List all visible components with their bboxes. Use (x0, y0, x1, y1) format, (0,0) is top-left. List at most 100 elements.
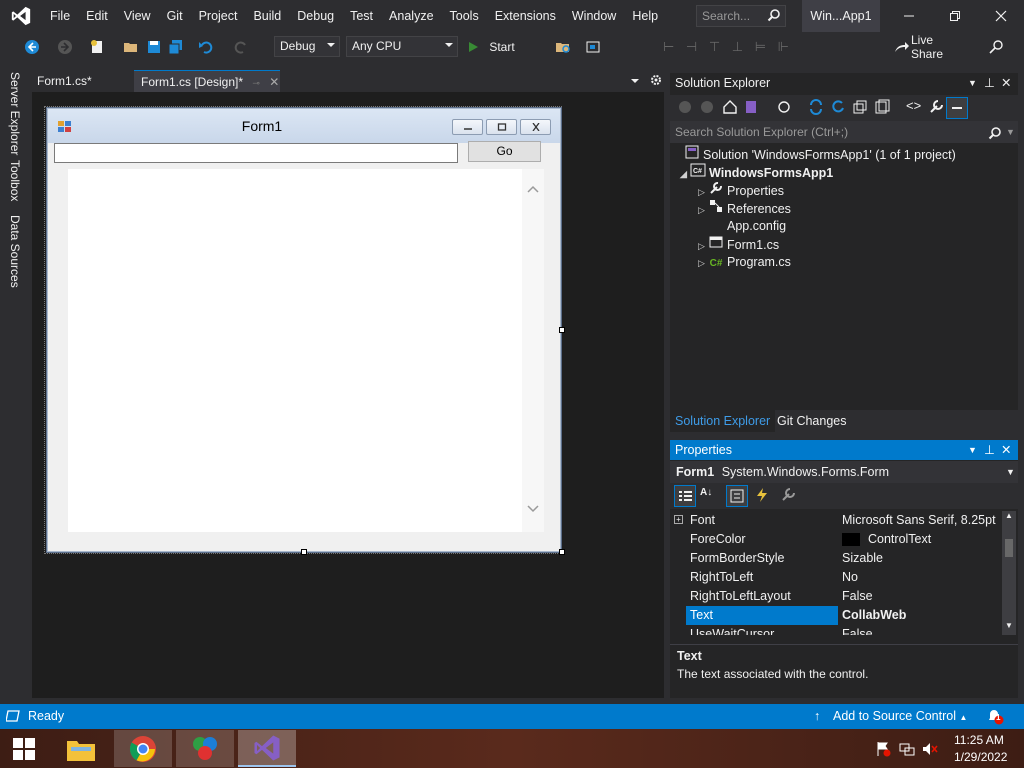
panel-menu-icon[interactable]: ▼ (968, 440, 977, 460)
categorized-icon[interactable] (674, 485, 696, 507)
menu-edit[interactable]: Edit (78, 0, 116, 32)
configuration-dropdown[interactable]: Debug (274, 36, 340, 57)
tree-item-properties[interactable]: ▷ Properties (698, 181, 784, 199)
menu-extensions[interactable]: Extensions (487, 0, 564, 32)
collapsed-arrow-icon[interactable]: ▷ (698, 201, 708, 219)
property-value[interactable]: Microsoft Sans Serif, 8.25pt (842, 511, 1000, 530)
notification-flag-icon[interactable] (875, 741, 891, 760)
property-row-righttoleftlayout[interactable]: RightToLeftLayout False (670, 587, 1000, 606)
menu-debug[interactable]: Debug (289, 0, 342, 32)
tab-form1-cs[interactable]: Form1.cs* (30, 70, 134, 92)
data-sources-tab[interactable]: Data Sources (8, 215, 22, 288)
clock-time[interactable]: 11:25 AM (954, 733, 1004, 747)
close-icon[interactable] (978, 0, 1024, 32)
pin-icon[interactable]: ⊸ (252, 78, 260, 88)
find-in-files-icon[interactable] (554, 36, 572, 58)
app-icon[interactable] (176, 730, 234, 767)
form-maximize-icon[interactable] (486, 119, 517, 135)
start-button[interactable]: Start (482, 36, 522, 58)
menu-project[interactable]: Project (191, 0, 246, 32)
properties-view-icon[interactable] (726, 485, 748, 507)
resize-handle-bottom-right[interactable] (559, 549, 565, 555)
start-icon[interactable] (466, 36, 480, 58)
alphabetical-icon[interactable]: A↓ (700, 487, 712, 498)
tab-git-changes[interactable]: Git Changes (772, 410, 851, 432)
pin-icon[interactable]: ⊥ (984, 73, 995, 93)
collapsed-arrow-icon[interactable]: ▷ (698, 254, 708, 272)
network-icon[interactable] (899, 741, 915, 760)
panel-close-icon[interactable]: ✕ (1001, 73, 1011, 93)
search-options-icon[interactable]: ▼ (1006, 121, 1015, 143)
visual-studio-taskbar-icon[interactable] (238, 730, 296, 767)
property-row-formborderstyle[interactable]: FormBorderStyle Sizable (670, 549, 1000, 568)
open-file-icon[interactable] (122, 36, 140, 58)
resize-handle-right[interactable] (559, 327, 565, 333)
show-all-files-icon[interactable] (874, 99, 890, 118)
file-explorer-icon[interactable] (52, 730, 110, 767)
property-pages-icon[interactable] (780, 487, 796, 506)
back-icon[interactable] (678, 100, 692, 117)
tab-form1-design[interactable]: Form1.cs [Design]* ⊸ ✕ (134, 70, 280, 92)
clock-date[interactable]: 1/29/2022 (954, 750, 1007, 764)
tree-item-form1-cs[interactable]: ▷ Form1.cs (698, 235, 779, 253)
menu-analyze[interactable]: Analyze (381, 0, 441, 32)
save-all-icon[interactable] (168, 36, 184, 58)
property-row-righttoleft[interactable]: RightToLeft No (670, 568, 1000, 587)
tree-item-app-config[interactable]: App.config (708, 217, 786, 235)
tab-solution-explorer[interactable]: Solution Explorer (670, 410, 776, 432)
live-share-button[interactable]: Live Share (911, 33, 967, 61)
designer-form[interactable]: Form1 Go (47, 108, 561, 552)
property-value[interactable]: No (842, 568, 1000, 587)
scroll-up-icon[interactable]: ▲ (1005, 511, 1013, 520)
preview-selected-icon[interactable] (946, 97, 968, 119)
property-value[interactable]: False (842, 625, 1000, 635)
menu-test[interactable]: Test (342, 0, 381, 32)
forward-icon[interactable] (56, 36, 74, 58)
collapse-all-icon[interactable] (852, 99, 868, 118)
new-project-icon[interactable] (88, 36, 106, 58)
tab-close-icon[interactable]: ✕ (269, 75, 279, 89)
notifications-bell-icon[interactable] (986, 707, 1004, 728)
property-row-usewaitcursor[interactable]: UseWaitCursor False (670, 625, 1000, 635)
switch-views-icon[interactable] (744, 99, 760, 118)
web-browser-control[interactable] (68, 169, 544, 532)
expanded-arrow-icon[interactable]: ◢ (680, 165, 690, 183)
menu-file[interactable]: File (42, 0, 78, 32)
browser-scrollbar[interactable] (522, 169, 544, 532)
scroll-up-icon[interactable] (527, 185, 539, 193)
add-to-source-control[interactable]: Add to Source Control ▲ (833, 709, 967, 723)
restore-icon[interactable] (932, 0, 978, 32)
undo-icon[interactable] (196, 36, 216, 58)
forward-icon[interactable] (700, 100, 714, 117)
property-value[interactable]: Sizable (842, 549, 1000, 568)
tree-item-program-cs[interactable]: ▷ C# Program.cs (698, 253, 791, 271)
live-share-icon[interactable] (892, 36, 910, 58)
tab-overflow-icon[interactable] (630, 70, 644, 92)
properties-scrollbar[interactable]: ▲ ▼ (1002, 511, 1016, 635)
panel-menu-icon[interactable]: ▼ (968, 73, 977, 93)
pin-icon[interactable]: ⊥ (984, 440, 995, 460)
url-textbox[interactable] (54, 143, 458, 163)
redo-icon[interactable] (232, 36, 250, 58)
property-value[interactable]: ControlText (868, 530, 1024, 549)
menu-help[interactable]: Help (624, 0, 666, 32)
back-icon[interactable] (22, 36, 42, 58)
tree-item-references[interactable]: ▷ References (698, 199, 791, 217)
tree-item-project[interactable]: ◢ C# WindowsFormsApp1 (680, 163, 833, 181)
toolbox-tab[interactable]: Toolbox (8, 160, 22, 201)
platform-dropdown[interactable]: Any CPU (346, 36, 458, 57)
menu-window[interactable]: Window (564, 0, 624, 32)
server-explorer-tab[interactable]: Server Explorer (8, 72, 22, 155)
property-row-forecolor[interactable]: ForeColor ControlText (670, 530, 1000, 549)
minimize-icon[interactable] (886, 0, 932, 32)
property-value[interactable]: False (842, 587, 1000, 606)
search-box[interactable]: Search... (696, 5, 786, 27)
scroll-down-icon[interactable]: ▼ (1005, 621, 1013, 630)
home-icon[interactable] (722, 99, 738, 118)
output-window-icon[interactable] (5, 710, 20, 725)
scroll-thumb[interactable] (1005, 539, 1013, 557)
windows-start-icon[interactable] (0, 730, 48, 767)
property-value[interactable]: CollabWeb (842, 606, 1000, 625)
expand-plus-icon[interactable]: + (674, 515, 683, 524)
settings-gear-icon[interactable] (650, 70, 664, 92)
